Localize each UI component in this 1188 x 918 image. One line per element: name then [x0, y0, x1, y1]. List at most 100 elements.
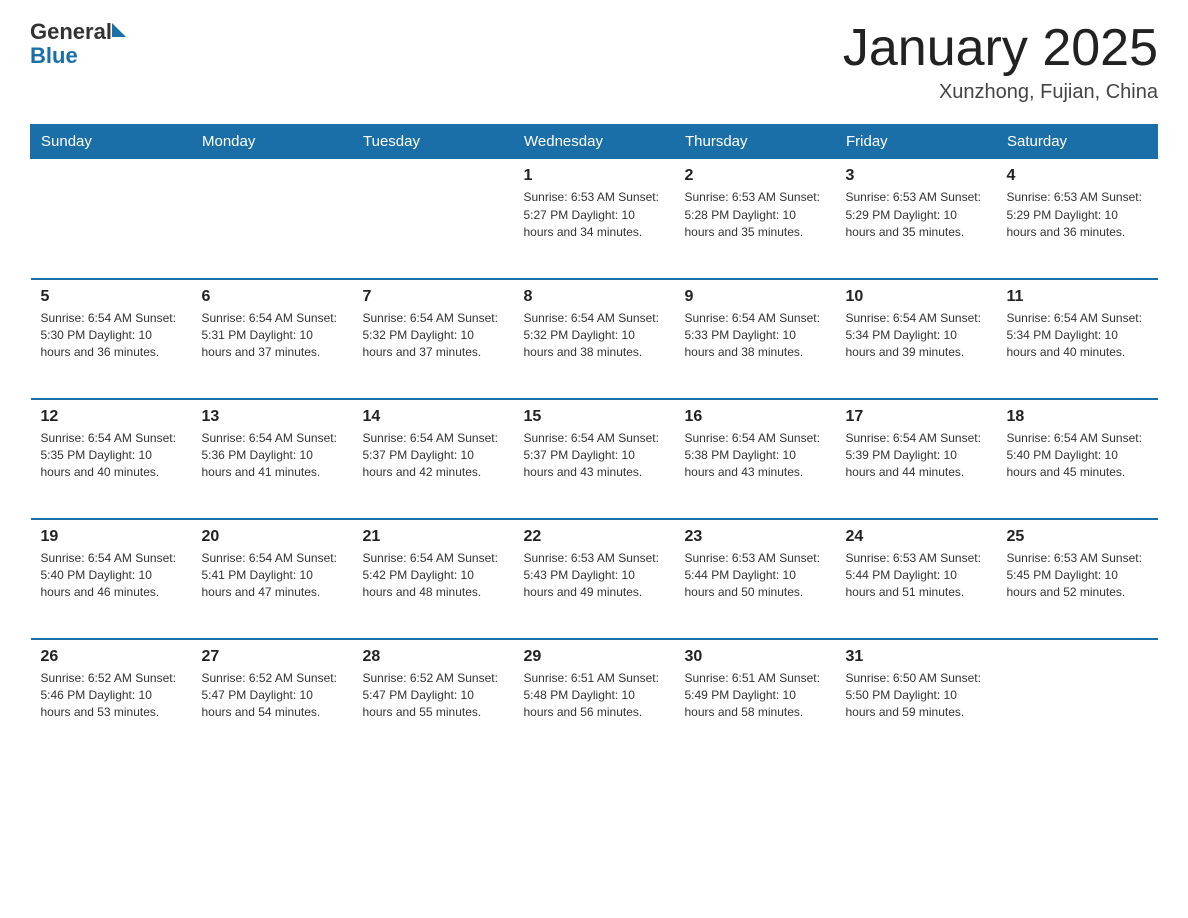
- calendar-cell: 28 Sunrise: 6:52 AM Sunset: 5:47 PM Dayli…: [353, 639, 514, 759]
- day-number: 14: [363, 408, 504, 426]
- calendar-cell: 8 Sunrise: 6:54 AM Sunset: 5:32 PM Daylig…: [514, 279, 675, 399]
- calendar-cell: [353, 159, 514, 279]
- day-number: 23: [685, 528, 826, 546]
- calendar-cell: 21Sunrise: 6:54 AM Sunset: 5:42 PM Dayli…: [353, 519, 514, 639]
- day-info: Sunrise: 6:54 AM Sunset: 5:37 PM Dayligh…: [524, 430, 665, 482]
- calendar-cell: 31Sunrise: 6:50 AM Sunset: 5:50 PM Dayli…: [836, 639, 997, 759]
- day-number: 2: [685, 167, 826, 185]
- day-number: 25: [1007, 528, 1148, 546]
- day-info: Sunrise: 6:53 AM Sunset: 5:43 PM Dayligh…: [524, 550, 665, 602]
- calendar-week-row: 1 Sunrise: 6:53 AM Sunset: 5:27 PM Daylig…: [31, 159, 1158, 279]
- day-number: 28: [363, 648, 504, 666]
- day-number: 24: [846, 528, 987, 546]
- calendar-cell: 14 Sunrise: 6:54 AM Sunset: 5:37 PM Dayli…: [353, 399, 514, 519]
- day-number: 19: [41, 528, 182, 546]
- day-number: 29: [524, 648, 665, 666]
- calendar-cell: 17Sunrise: 6:54 AM Sunset: 5:39 PM Dayli…: [836, 399, 997, 519]
- calendar-cell: [192, 159, 353, 279]
- month-title: January 2025: [843, 20, 1158, 77]
- day-number: 6: [202, 288, 343, 306]
- day-info: Sunrise: 6:54 AM Sunset: 5:37 PM Dayligh…: [363, 430, 504, 482]
- day-info: Sunrise: 6:54 AM Sunset: 5:30 PM Dayligh…: [41, 310, 182, 362]
- calendar-cell: 10 Sunrise: 6:54 AM Sunset: 5:34 PM Dayli…: [836, 279, 997, 399]
- calendar-cell: 19Sunrise: 6:54 AM Sunset: 5:40 PM Dayli…: [31, 519, 192, 639]
- calendar-cell: 26 Sunrise: 6:52 AM Sunset: 5:46 PM Dayli…: [31, 639, 192, 759]
- day-number: 27: [202, 648, 343, 666]
- location: Xunzhong, Fujian, China: [843, 81, 1158, 104]
- calendar-cell: 22 Sunrise: 6:53 AM Sunset: 5:43 PM Dayli…: [514, 519, 675, 639]
- page-header: General Blue January 2025 Xunzhong, Fuji…: [30, 20, 1158, 104]
- title-block: January 2025 Xunzhong, Fujian, China: [843, 20, 1158, 104]
- day-info: Sunrise: 6:53 AM Sunset: 5:29 PM Dayligh…: [846, 189, 987, 241]
- calendar-header-row: SundayMondayTuesdayWednesdayThursdayFrid…: [31, 125, 1158, 159]
- day-info: Sunrise: 6:52 AM Sunset: 5:46 PM Dayligh…: [41, 670, 182, 722]
- calendar-cell: 25Sunrise: 6:53 AM Sunset: 5:45 PM Dayli…: [997, 519, 1158, 639]
- calendar-cell: 24 Sunrise: 6:53 AM Sunset: 5:44 PM Dayli…: [836, 519, 997, 639]
- calendar-week-row: 19Sunrise: 6:54 AM Sunset: 5:40 PM Dayli…: [31, 519, 1158, 639]
- day-info: Sunrise: 6:54 AM Sunset: 5:33 PM Dayligh…: [685, 310, 826, 362]
- day-number: 1: [524, 167, 665, 185]
- header-wednesday: Wednesday: [514, 125, 675, 159]
- day-number: 7: [363, 288, 504, 306]
- calendar-cell: 2 Sunrise: 6:53 AM Sunset: 5:28 PM Daylig…: [675, 159, 836, 279]
- calendar-cell: 11 Sunrise: 6:54 AM Sunset: 5:34 PM Dayli…: [997, 279, 1158, 399]
- day-number: 22: [524, 528, 665, 546]
- day-number: 21: [363, 528, 504, 546]
- header-saturday: Saturday: [997, 125, 1158, 159]
- calendar-week-row: 5 Sunrise: 6:54 AM Sunset: 5:30 PM Daylig…: [31, 279, 1158, 399]
- day-info: Sunrise: 6:50 AM Sunset: 5:50 PM Dayligh…: [846, 670, 987, 722]
- logo: General Blue: [30, 20, 126, 68]
- calendar-week-row: 26 Sunrise: 6:52 AM Sunset: 5:46 PM Dayli…: [31, 639, 1158, 759]
- header-monday: Monday: [192, 125, 353, 159]
- day-info: Sunrise: 6:54 AM Sunset: 5:41 PM Dayligh…: [202, 550, 343, 602]
- header-friday: Friday: [836, 125, 997, 159]
- day-info: Sunrise: 6:54 AM Sunset: 5:34 PM Dayligh…: [846, 310, 987, 362]
- calendar-cell: 18 Sunrise: 6:54 AM Sunset: 5:40 PM Dayli…: [997, 399, 1158, 519]
- calendar-cell: 29 Sunrise: 6:51 AM Sunset: 5:48 PM Dayli…: [514, 639, 675, 759]
- day-number: 8: [524, 288, 665, 306]
- day-number: 17: [846, 408, 987, 426]
- day-info: Sunrise: 6:52 AM Sunset: 5:47 PM Dayligh…: [363, 670, 504, 722]
- day-info: Sunrise: 6:54 AM Sunset: 5:34 PM Dayligh…: [1007, 310, 1148, 362]
- day-info: Sunrise: 6:54 AM Sunset: 5:31 PM Dayligh…: [202, 310, 343, 362]
- day-info: Sunrise: 6:54 AM Sunset: 5:32 PM Dayligh…: [363, 310, 504, 362]
- day-number: 3: [846, 167, 987, 185]
- day-number: 9: [685, 288, 826, 306]
- calendar-cell: 4 Sunrise: 6:53 AM Sunset: 5:29 PM Daylig…: [997, 159, 1158, 279]
- day-info: Sunrise: 6:53 AM Sunset: 5:27 PM Dayligh…: [524, 189, 665, 241]
- calendar-cell: 13Sunrise: 6:54 AM Sunset: 5:36 PM Dayli…: [192, 399, 353, 519]
- day-info: Sunrise: 6:54 AM Sunset: 5:40 PM Dayligh…: [1007, 430, 1148, 482]
- calendar-cell: 27 Sunrise: 6:52 AM Sunset: 5:47 PM Dayli…: [192, 639, 353, 759]
- day-number: 12: [41, 408, 182, 426]
- day-number: 18: [1007, 408, 1148, 426]
- day-number: 4: [1007, 167, 1148, 185]
- calendar-cell: 1 Sunrise: 6:53 AM Sunset: 5:27 PM Daylig…: [514, 159, 675, 279]
- day-info: Sunrise: 6:51 AM Sunset: 5:48 PM Dayligh…: [524, 670, 665, 722]
- day-info: Sunrise: 6:53 AM Sunset: 5:44 PM Dayligh…: [846, 550, 987, 602]
- day-info: Sunrise: 6:54 AM Sunset: 5:38 PM Dayligh…: [685, 430, 826, 482]
- day-number: 16: [685, 408, 826, 426]
- logo-triangle-icon: [112, 23, 126, 37]
- day-number: 10: [846, 288, 987, 306]
- header-tuesday: Tuesday: [353, 125, 514, 159]
- logo-blue: Blue: [30, 43, 78, 68]
- day-number: 5: [41, 288, 182, 306]
- day-info: Sunrise: 6:54 AM Sunset: 5:32 PM Dayligh…: [524, 310, 665, 362]
- day-info: Sunrise: 6:54 AM Sunset: 5:35 PM Dayligh…: [41, 430, 182, 482]
- header-thursday: Thursday: [675, 125, 836, 159]
- day-number: 11: [1007, 288, 1148, 306]
- calendar-cell: 3 Sunrise: 6:53 AM Sunset: 5:29 PM Daylig…: [836, 159, 997, 279]
- day-number: 26: [41, 648, 182, 666]
- calendar-cell: 15Sunrise: 6:54 AM Sunset: 5:37 PM Dayli…: [514, 399, 675, 519]
- calendar-cell: [997, 639, 1158, 759]
- day-number: 20: [202, 528, 343, 546]
- day-info: Sunrise: 6:53 AM Sunset: 5:28 PM Dayligh…: [685, 189, 826, 241]
- calendar-table: SundayMondayTuesdayWednesdayThursdayFrid…: [30, 124, 1158, 759]
- day-info: Sunrise: 6:54 AM Sunset: 5:36 PM Dayligh…: [202, 430, 343, 482]
- day-info: Sunrise: 6:52 AM Sunset: 5:47 PM Dayligh…: [202, 670, 343, 722]
- day-info: Sunrise: 6:53 AM Sunset: 5:29 PM Dayligh…: [1007, 189, 1148, 241]
- calendar-cell: 12 Sunrise: 6:54 AM Sunset: 5:35 PM Dayli…: [31, 399, 192, 519]
- calendar-week-row: 12 Sunrise: 6:54 AM Sunset: 5:35 PM Dayli…: [31, 399, 1158, 519]
- logo-general: General: [30, 20, 112, 44]
- calendar-cell: 7 Sunrise: 6:54 AM Sunset: 5:32 PM Daylig…: [353, 279, 514, 399]
